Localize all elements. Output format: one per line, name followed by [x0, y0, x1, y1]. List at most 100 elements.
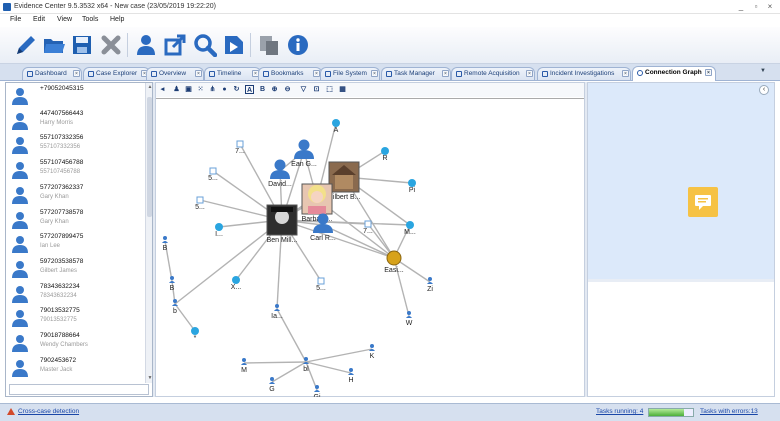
graph-canvas[interactable]: A 7... Ean G... R 5... David... Gilbert B... Pi… [156, 98, 584, 397]
contact-item[interactable]: 79018788664 Wendy Chambers [6, 331, 144, 355]
minimize-icon[interactable]: _ [736, 1, 746, 12]
contact-item[interactable]: 597203538578 Gilbert James [6, 257, 144, 281]
contact-item[interactable]: 557107456788 557107456788 [6, 158, 144, 182]
copy-icon[interactable] [257, 33, 281, 57]
graph-node[interactable]: W [406, 311, 413, 327]
filter-icon[interactable]: ▽ [299, 85, 308, 94]
graph-node[interactable]: M... [404, 221, 416, 236]
tasks-errors-link[interactable]: Tasks with errors:13 [700, 408, 758, 415]
graph-node[interactable]: 5... [316, 277, 326, 292]
tab-close-icon[interactable]: × [73, 70, 80, 77]
info-icon[interactable] [286, 33, 310, 57]
contact-item[interactable]: 577207362337 Gary Khan [6, 183, 144, 207]
contact-item[interactable]: 577207899475 Ian Lee [6, 232, 144, 256]
label-a-button[interactable]: A [245, 85, 254, 94]
graph-node[interactable]: K [369, 344, 375, 360]
contact-item[interactable]: 577207738578 Gary Khan [6, 208, 144, 232]
tab-close-icon[interactable]: × [442, 70, 449, 77]
forward-icon[interactable] [222, 33, 246, 57]
tab-close-icon[interactable]: × [526, 70, 533, 77]
graph-node[interactable]: * [191, 327, 199, 342]
close-icon[interactable]: × [765, 1, 775, 12]
zoom-out-icon[interactable]: ⊖ [283, 85, 292, 94]
scroll-thumb[interactable] [147, 97, 152, 217]
graph-node[interactable]: Gi [314, 385, 321, 397]
people-icon[interactable]: ♟ [172, 85, 181, 94]
graph-node[interactable]: 7... [363, 220, 373, 235]
tab-connection-graph[interactable]: Connection Graph × [632, 66, 716, 81]
tab-incident-investigations[interactable]: Incident Investigations × [537, 67, 631, 80]
tab-dashboard[interactable]: Dashboard × [22, 67, 82, 80]
contact-item[interactable]: +79052045315 [6, 84, 144, 108]
contact-item[interactable]: 447407566443 Harry Morris [6, 109, 144, 133]
layout-grid-icon[interactable]: ⁙ [196, 85, 205, 94]
graph-node[interactable]: R [381, 147, 389, 162]
fit-icon[interactable]: ⊡ [312, 85, 321, 94]
tab-file-system[interactable]: File System × [320, 67, 380, 80]
person-icon [313, 224, 333, 233]
tab-bookmarks[interactable]: Bookmarks × [258, 67, 322, 80]
search-icon[interactable] [193, 33, 218, 58]
tab-close-icon[interactable]: × [622, 70, 629, 77]
graph-node[interactable]: X... [231, 276, 242, 291]
graph-node[interactable]: H [348, 368, 354, 384]
tab-close-icon[interactable]: × [705, 69, 712, 76]
graph-node[interactable]: 5... [208, 167, 218, 182]
open-folder-icon[interactable] [42, 33, 66, 57]
tab-overview[interactable]: Overview × [146, 67, 204, 80]
graph-node[interactable]: 7... [235, 140, 245, 155]
export-icon[interactable] [163, 33, 187, 57]
cross-case-detection-link[interactable]: Cross-case detection [18, 408, 79, 415]
graph-node[interactable]: Ean G... [291, 139, 317, 169]
details-splitter[interactable] [588, 279, 774, 282]
graph-svg[interactable]: A7...Ean G...R5...David...Gilbert B...Pi… [156, 99, 584, 397]
graph-node[interactable]: M [241, 358, 247, 374]
tab-timeline[interactable]: Timeline × [204, 67, 261, 80]
graph-node[interactable]: 5... [195, 196, 205, 211]
select-icon[interactable]: ⬚ [325, 85, 334, 94]
graph-node[interactable]: G [269, 377, 275, 393]
tab-task-manager[interactable]: Task Manager × [381, 67, 451, 80]
menu-tools[interactable]: Tools [82, 16, 98, 23]
layout-circle-icon[interactable]: ● [220, 85, 229, 94]
users-icon[interactable] [134, 33, 158, 57]
restore-icon[interactable]: ▫ [751, 1, 761, 12]
tasks-running-link[interactable]: Tasks running: 4 [596, 408, 643, 415]
tab-close-icon[interactable]: × [371, 70, 378, 77]
layout-tree-icon[interactable]: ⋔ [208, 85, 217, 94]
contact-item[interactable]: 7902453672 Master Jack [6, 356, 144, 380]
menu-edit[interactable]: Edit [33, 16, 45, 23]
contact-item[interactable]: 79013532775 79013532775 [6, 306, 144, 330]
collapse-panel-icon[interactable]: ‹ [759, 85, 769, 95]
main-toolbar [0, 27, 780, 64]
label-b-button[interactable]: B [258, 85, 267, 94]
contact-item[interactable]: 557107332356 557107332356 [6, 133, 144, 157]
tab-close-icon[interactable]: × [313, 70, 320, 77]
graph-node[interactable]: Ia... [271, 304, 283, 320]
menu-file[interactable]: File [10, 16, 21, 23]
close-x-icon[interactable] [99, 33, 123, 57]
tab-case-explorer[interactable]: Case Explorer × [83, 67, 150, 80]
note-icon[interactable] [688, 187, 718, 217]
graph-node[interactable]: Pi [408, 179, 416, 194]
graph-node[interactable]: Zi [427, 277, 433, 293]
pencil-icon[interactable] [14, 33, 38, 57]
skype-icon [232, 276, 240, 284]
refresh-icon[interactable]: ↻ [232, 85, 241, 94]
graph-node[interactable]: Ben Mill... [266, 204, 298, 244]
contacts-scrollbar[interactable]: ▲ ▼ [145, 83, 152, 383]
tab-list-dropdown-icon[interactable]: ▼ [760, 68, 766, 74]
menu-view[interactable]: View [57, 16, 72, 23]
graph-back-icon[interactable]: ◂ [158, 85, 167, 94]
grid-view-icon[interactable]: ▦ [338, 85, 347, 94]
zoom-in-icon[interactable]: ⊕ [270, 85, 279, 94]
graph-node[interactable]: A [332, 119, 340, 134]
contact-item[interactable]: 78343632234 78343632234 [6, 282, 144, 306]
tab-remote-acquisition[interactable]: Remote Acquisition × [451, 67, 535, 80]
save-graph-icon[interactable]: ▣ [184, 85, 193, 94]
save-icon[interactable] [70, 33, 94, 57]
menu-help[interactable]: Help [110, 16, 124, 23]
contacts-filter-input[interactable] [9, 384, 149, 395]
tab-close-icon[interactable]: × [195, 70, 202, 77]
graph-node[interactable]: I... [215, 223, 223, 238]
